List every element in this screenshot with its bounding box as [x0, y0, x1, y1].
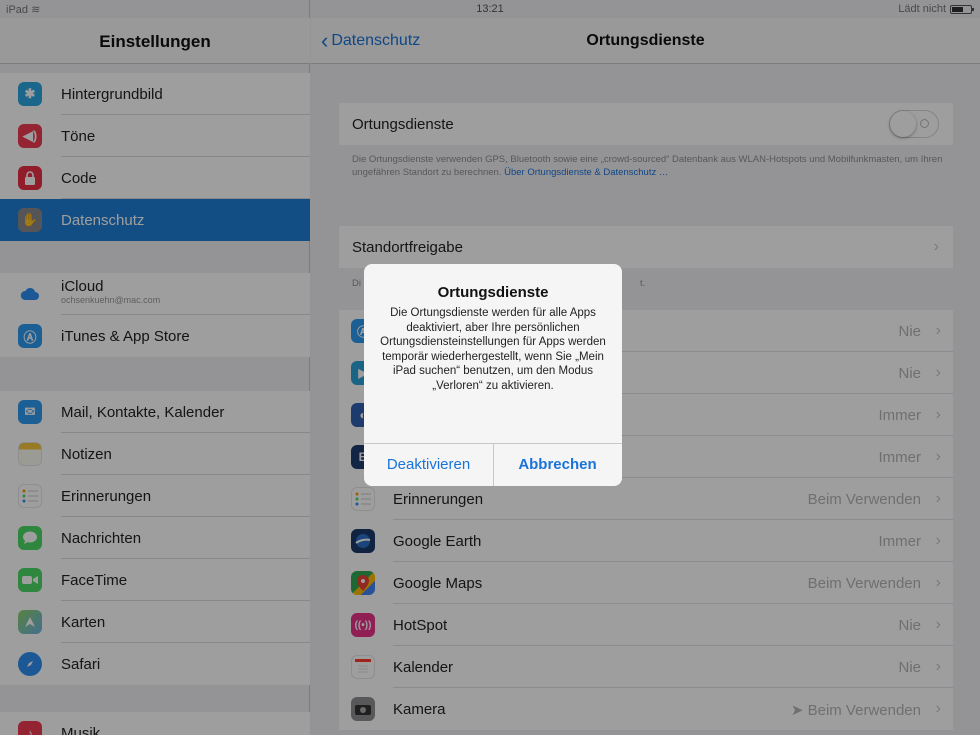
cancel-button[interactable]: Abbrechen — [493, 443, 622, 486]
alert-message: Die Ortungsdienste werden für alle Apps … — [380, 307, 606, 392]
alert-title: Ortungsdienste — [437, 284, 549, 301]
deactivate-button[interactable]: Deaktivieren — [364, 443, 493, 486]
alert-dialog: Ortungsdienste Die Ortungsdienste werden… — [364, 264, 622, 486]
